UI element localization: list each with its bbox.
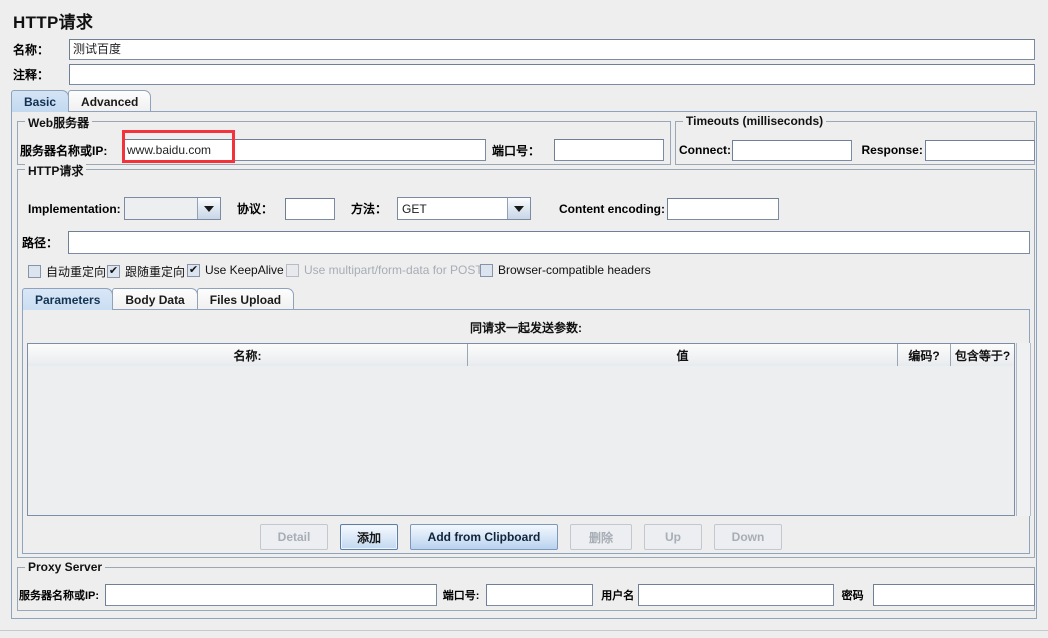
- http-request-group-title: HTTP请求: [25, 162, 87, 179]
- content-encoding-label: Content encoding:: [559, 201, 665, 216]
- checkbox-box: [28, 265, 41, 278]
- detail-button[interactable]: Detail: [260, 524, 328, 550]
- page-title: HTTP请求: [13, 13, 94, 32]
- table-header-row: 名称: 值 编码? 包含等于?: [28, 344, 1014, 366]
- implementation-select[interactable]: [124, 197, 221, 220]
- table-body[interactable]: [28, 366, 1014, 515]
- proxy-port-label: 端口号:: [442, 590, 480, 602]
- add-button[interactable]: 添加: [340, 524, 398, 550]
- main-tabbar: Basic Advanced: [11, 90, 152, 112]
- add-from-clipboard-button[interactable]: Add from Clipboard: [410, 524, 558, 550]
- proxy-username-input[interactable]: [638, 584, 834, 606]
- checkbox-label: Use multipart/form-data for POST: [304, 263, 483, 277]
- proxy-password-input[interactable]: [872, 584, 1035, 606]
- checkbox-box: ✔: [107, 265, 120, 278]
- parameters-button-bar: Detail 添加 Add from Clipboard 删除 Up Down: [27, 523, 1015, 551]
- chevron-down-icon: [507, 198, 530, 219]
- comment-label: 注释：: [13, 68, 50, 82]
- path-input[interactable]: [68, 231, 1030, 254]
- proxy-host-label: 服务器名称或IP:: [19, 590, 100, 602]
- tab-body-data[interactable]: Body Data: [112, 288, 198, 310]
- timeouts-row: Connect: Response:: [679, 138, 1035, 162]
- col-header-include-equals[interactable]: 包含等于?: [951, 344, 1014, 366]
- checkbox-browser-compatible-headers[interactable]: Browser-compatible headers: [480, 263, 651, 277]
- name-input[interactable]: 测试百度: [69, 39, 1035, 60]
- method-value: GET: [402, 201, 427, 216]
- proxy-port-input[interactable]: [485, 584, 594, 606]
- table-vertical-scrollbar[interactable]: [1016, 343, 1031, 516]
- connect-timeout-label: Connect:: [679, 143, 731, 157]
- server-host-input[interactable]: www.baidu.com: [123, 139, 486, 161]
- tab-parameters[interactable]: Parameters: [22, 288, 114, 310]
- implementation-label: Implementation:: [28, 201, 121, 216]
- bottom-divider: [0, 630, 1048, 631]
- tab-files-upload[interactable]: Files Upload: [196, 288, 295, 310]
- proxy-server-group-title: Proxy Server: [25, 560, 106, 574]
- checkbox-box: ✔: [187, 263, 200, 277]
- content-encoding-input[interactable]: [667, 197, 779, 220]
- checkbox-label: Use KeepAlive: [205, 263, 284, 277]
- web-server-group-title: Web服务器: [25, 114, 93, 131]
- param-tabbar: Parameters Body Data Files Upload: [22, 288, 295, 310]
- http-request-panel: HTTP请求 名称： 测试百度 注释： Basic Advanced Web服务…: [0, 0, 1048, 638]
- tab-advanced[interactable]: Advanced: [68, 90, 152, 112]
- delete-button[interactable]: 删除: [570, 524, 632, 550]
- http-options-row: Implementation: 协议： 方法： GET Content enco…: [28, 196, 779, 221]
- checkbox-auto-redirect[interactable]: 自动重定向: [28, 263, 106, 280]
- name-label: 名称：: [13, 43, 50, 57]
- method-select[interactable]: GET: [397, 197, 531, 220]
- method-label: 方法：: [351, 202, 388, 216]
- down-button[interactable]: Down: [714, 524, 782, 550]
- server-port-label: 端口号：: [492, 143, 541, 158]
- proxy-server-row: 服务器名称或IP: 端口号: 用户名 密码: [19, 583, 1035, 607]
- checkbox-label: Browser-compatible headers: [498, 263, 651, 277]
- server-port-input[interactable]: [554, 139, 664, 161]
- checkbox-label: 跟随重定向: [125, 265, 186, 279]
- tab-basic-label: Basic: [24, 94, 57, 109]
- connect-timeout-input[interactable]: [731, 139, 852, 161]
- comment-input[interactable]: [69, 64, 1035, 85]
- server-host-label: 服务器名称或IP:: [20, 143, 108, 158]
- http-checkbox-row: 自动重定向 ✔ 跟随重定向 ✔ Use KeepAlive Use multip…: [28, 263, 1028, 279]
- parameters-caption: 同请求一起发送参数:: [470, 321, 582, 335]
- checkbox-box: [480, 263, 493, 277]
- protocol-label: 协议：: [237, 202, 274, 216]
- protocol-input[interactable]: [285, 197, 335, 220]
- tab-advanced-label: Advanced: [81, 94, 139, 109]
- checkbox-follow-redirect[interactable]: ✔ 跟随重定向: [107, 263, 185, 280]
- col-header-name[interactable]: 名称:: [28, 344, 468, 366]
- col-header-encode[interactable]: 编码?: [898, 344, 951, 366]
- checkbox-label: 自动重定向: [46, 265, 107, 279]
- tab-parameters-label: Parameters: [35, 292, 101, 307]
- checkbox-use-multipart[interactable]: Use multipart/form-data for POST: [286, 263, 483, 277]
- path-label: 路径：: [22, 236, 59, 250]
- response-timeout-input[interactable]: [925, 139, 1035, 161]
- checkbox-use-keepalive[interactable]: ✔ Use KeepAlive: [187, 263, 284, 277]
- response-timeout-label: Response:: [861, 143, 923, 157]
- proxy-user-label: 用户名: [601, 590, 635, 602]
- proxy-host-input[interactable]: [104, 584, 437, 606]
- chevron-down-icon: [197, 198, 220, 219]
- col-header-value[interactable]: 值: [468, 344, 898, 366]
- proxy-password-label: 密码: [841, 590, 864, 602]
- tab-body-data-label: Body Data: [125, 292, 185, 307]
- web-server-row: 服务器名称或IP: www.baidu.com 端口号：: [19, 138, 669, 162]
- checkbox-box: [286, 263, 299, 277]
- up-button[interactable]: Up: [644, 524, 702, 550]
- tab-basic[interactable]: Basic: [11, 90, 70, 112]
- parameters-table[interactable]: 名称: 值 编码? 包含等于?: [27, 343, 1015, 516]
- name-row: 名称： 测试百度: [13, 39, 1035, 60]
- path-row: 路径：: [22, 231, 1030, 254]
- comment-row: 注释：: [13, 64, 1035, 85]
- scrollbar-track[interactable]: [1017, 343, 1030, 516]
- tab-files-upload-label: Files Upload: [209, 292, 282, 307]
- timeouts-group-title: Timeouts (milliseconds): [683, 114, 827, 128]
